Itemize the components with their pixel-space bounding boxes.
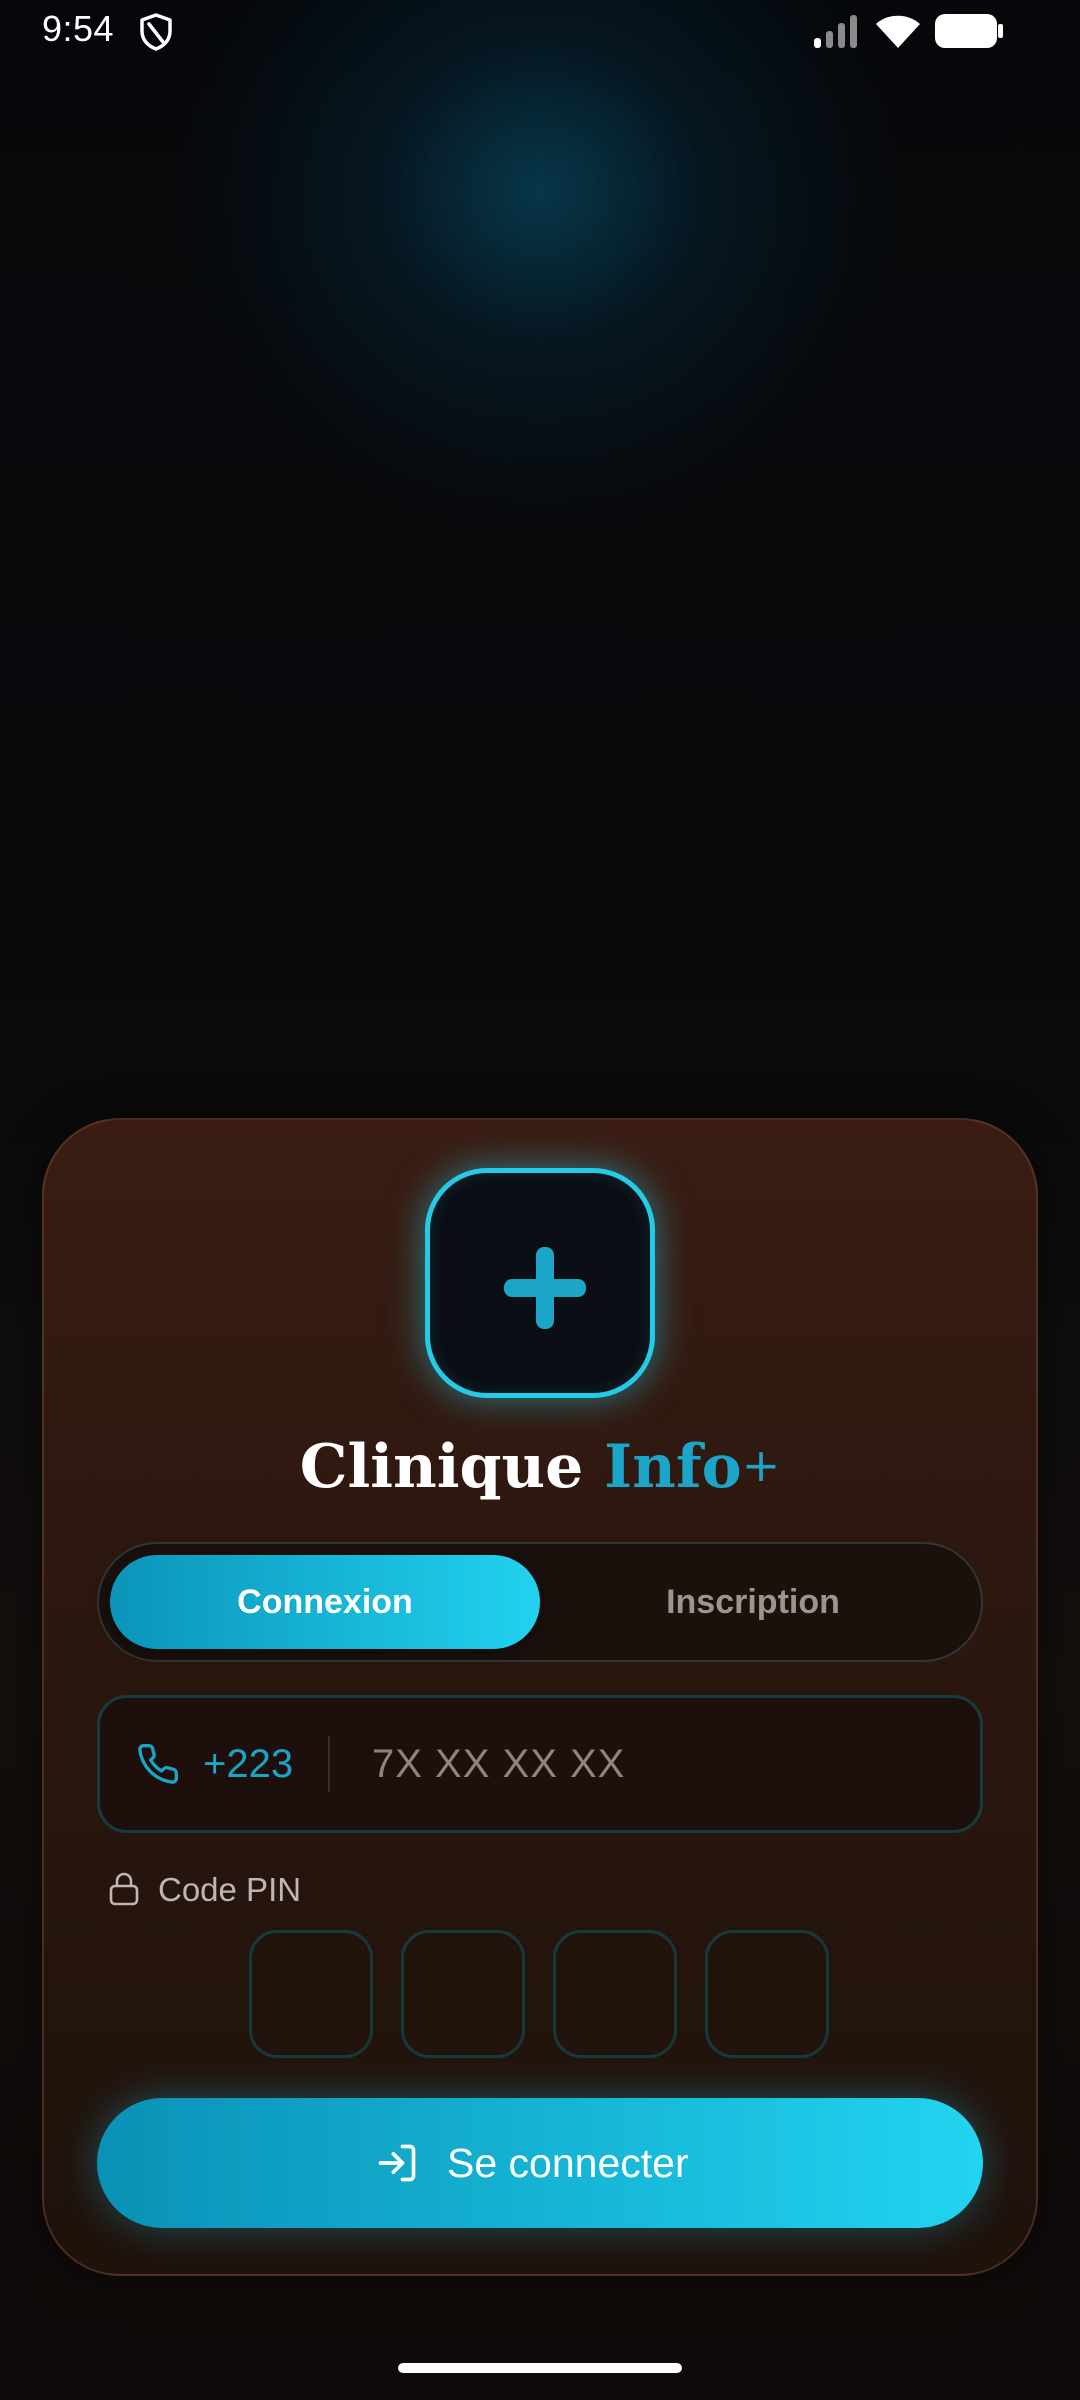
status-bar: 9:54: [0, 0, 1080, 62]
login-button[interactable]: Se connecter: [97, 2098, 983, 2228]
tab-inscription[interactable]: Inscription: [538, 1555, 968, 1649]
phone-input[interactable]: [362, 1730, 962, 1798]
phone-divider: [328, 1736, 330, 1792]
login-screen: 9:54 Clinique Info+ Connexion Inscriptio…: [0, 0, 1080, 2400]
status-time: 9:54: [42, 8, 115, 49]
app-title-plus: +: [741, 1438, 781, 1492]
app-title-main: Clinique: [299, 1432, 584, 1502]
lock-icon: [109, 1872, 139, 1906]
phone-field[interactable]: +223: [97, 1695, 983, 1833]
login-icon: [378, 2144, 416, 2182]
pin-digit-1[interactable]: [249, 1930, 373, 2058]
login-button-label: Se connecter: [447, 2140, 689, 2186]
app-title: Clinique Info+: [0, 1425, 1080, 1507]
tab-connexion[interactable]: Connexion: [110, 1555, 540, 1649]
home-indicator[interactable]: [398, 2363, 682, 2373]
pin-digit-2[interactable]: [401, 1930, 525, 2058]
pin-digit-4[interactable]: [705, 1930, 829, 2058]
wifi-icon: [876, 15, 920, 48]
medical-cross-icon: [504, 1247, 586, 1329]
country-code[interactable]: +223: [203, 1738, 293, 1790]
phone-icon: [138, 1744, 178, 1784]
battery-icon: [935, 14, 1003, 48]
pin-label: Code PIN: [158, 1871, 302, 1908]
app-title-accent: Info: [604, 1432, 742, 1502]
auth-tab-bar: Connexion Inscription: [97, 1542, 983, 1662]
signal-icon: [814, 15, 857, 48]
shield-icon: [140, 13, 172, 51]
pin-digit-3[interactable]: [553, 1930, 677, 2058]
app-logo: [425, 1168, 655, 1398]
